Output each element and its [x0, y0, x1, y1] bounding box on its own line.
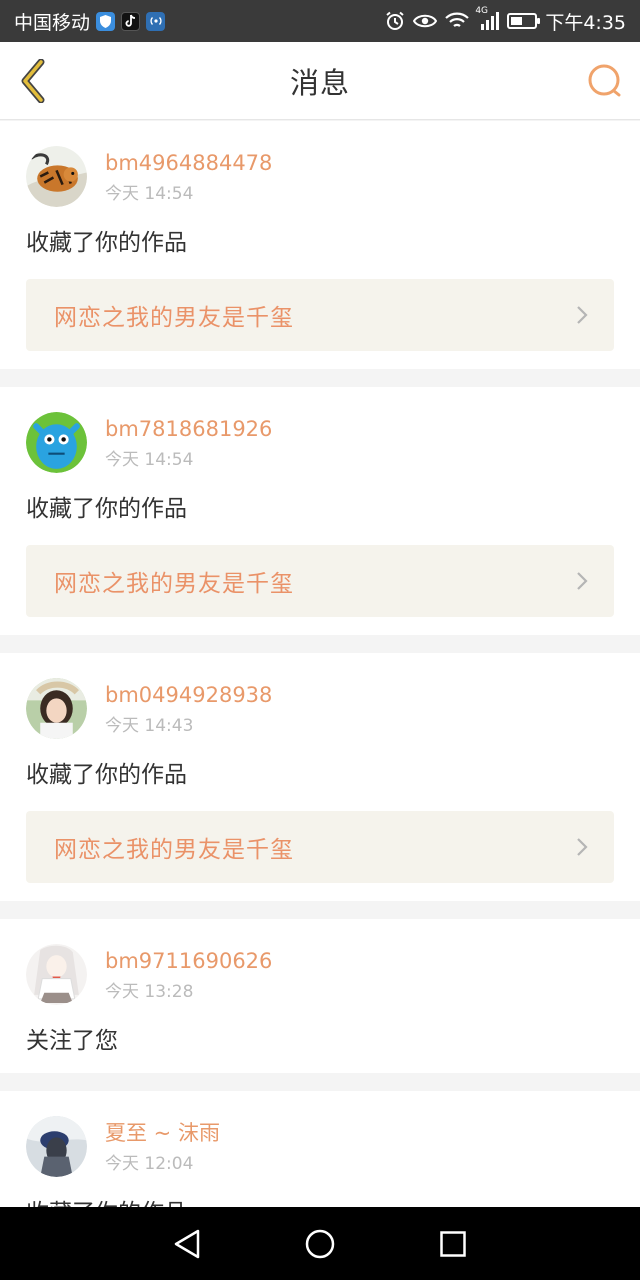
system-nav-bar: [0, 1207, 640, 1280]
message-time: 今天 14:54: [105, 184, 194, 204]
message-card: bm0494928938 今天 14:43 收藏了你的作品 网恋之我的男友是千玺: [0, 653, 640, 901]
avatar[interactable]: [26, 146, 87, 207]
status-bar: 中国移动 4G 下午4:35: [0, 0, 640, 42]
work-link[interactable]: 网恋之我的男友是千玺: [26, 545, 614, 617]
avatar[interactable]: [26, 944, 87, 1005]
message-card: bm7818681926 今天 14:54 收藏了你的作品 网恋之我的男友是千玺: [0, 387, 640, 635]
nav-home-button[interactable]: [300, 1224, 340, 1264]
message-card: bm4964884478 今天 14:54 收藏了你的作品 网恋之我的男友是千玺: [0, 121, 640, 369]
action-text: 收藏了你的作品: [26, 1199, 614, 1207]
page-title: 消息: [289, 65, 350, 100]
message-list[interactable]: bm4964884478 今天 14:54 收藏了你的作品 网恋之我的男友是千玺: [0, 121, 640, 1207]
shield-app-icon: [96, 11, 116, 31]
nav-recents-button[interactable]: [433, 1224, 473, 1264]
app-header: 消息: [0, 42, 640, 120]
cell-signal-icon: 4G: [475, 6, 500, 30]
message-time: 今天 13:28: [105, 982, 194, 1002]
circle-home-icon: [305, 1229, 335, 1258]
username[interactable]: 夏至 ~ 沫雨: [105, 1119, 220, 1147]
work-title: 网恋之我的男友是千玺: [54, 837, 294, 863]
username[interactable]: bm9711690626: [105, 947, 272, 975]
wifi-icon: [445, 12, 470, 30]
work-link[interactable]: 网恋之我的男友是千玺: [26, 279, 614, 351]
action-text: 收藏了你的作品: [26, 230, 187, 256]
work-title: 网恋之我的男友是千玺: [54, 571, 294, 597]
nav-back-button[interactable]: [167, 1224, 207, 1264]
message-card: 夏至 ~ 沫雨 今天 12:04 收藏了你的作品: [0, 1091, 640, 1207]
carrier-label: 中国移动: [14, 11, 91, 34]
work-link[interactable]: 网恋之我的男友是千玺: [26, 811, 614, 883]
username[interactable]: bm7818681926: [105, 415, 272, 443]
clock-label: 下午4:35: [545, 11, 626, 34]
work-title: 网恋之我的男友是千玺: [54, 305, 294, 331]
avatar[interactable]: [26, 1116, 87, 1177]
back-button[interactable]: [14, 58, 54, 104]
eye-icon: [413, 13, 438, 29]
chevron-left-icon: [21, 59, 45, 103]
username[interactable]: bm0494928938: [105, 681, 272, 709]
battery-icon: [507, 13, 541, 29]
signal-app-icon: [146, 11, 166, 31]
action-text: 收藏了你的作品: [26, 762, 187, 788]
search-button[interactable]: [586, 62, 624, 100]
alarm-icon: [385, 11, 405, 31]
message-card: bm9711690626 今天 13:28 关注了您: [0, 919, 640, 1073]
square-recents-icon: [440, 1230, 467, 1257]
username[interactable]: bm4964884478: [105, 149, 272, 177]
chevron-right-icon: [576, 305, 588, 325]
message-time: 今天 14:54: [105, 450, 194, 470]
action-text: 收藏了你的作品: [26, 496, 187, 522]
search-icon: [588, 64, 621, 97]
network-type-label: 4G: [475, 6, 489, 16]
tiktok-app-icon: [121, 11, 141, 31]
avatar[interactable]: [26, 678, 87, 739]
avatar[interactable]: [26, 412, 87, 473]
battery-level: [511, 17, 523, 25]
chevron-right-icon: [576, 837, 588, 857]
message-time: 今天 12:04: [105, 1154, 194, 1174]
message-time: 今天 14:43: [105, 716, 194, 736]
chevron-right-icon: [576, 571, 588, 591]
triangle-back-icon: [174, 1229, 199, 1258]
action-text: 关注了您: [26, 1028, 118, 1054]
